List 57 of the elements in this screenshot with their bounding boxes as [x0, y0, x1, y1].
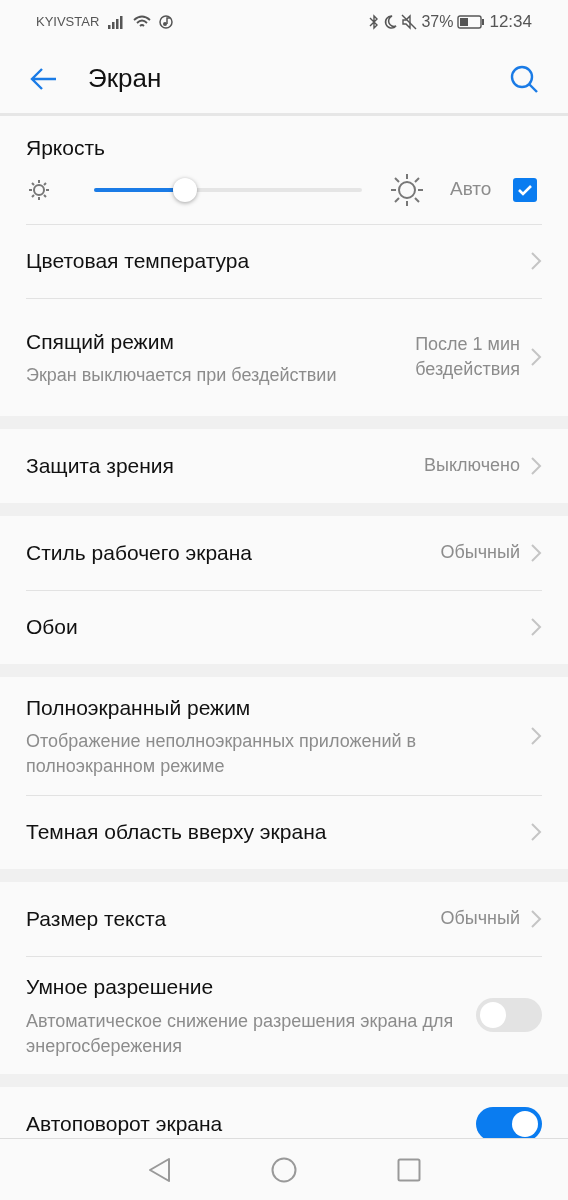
chevron-icon: [530, 822, 542, 842]
setting-value: После 1 мин бездействия: [414, 333, 520, 381]
setting-value: Обычный: [440, 541, 520, 564]
battery-icon: [457, 15, 486, 29]
settings-row[interactable]: Темная область вверху экрана: [26, 794, 542, 869]
toggle-switch[interactable]: [476, 1106, 542, 1138]
setting-description: Отображение неполноэкранных приложений в полноэкранном режиме: [26, 730, 418, 779]
auto-checkbox[interactable]: [513, 177, 538, 202]
setting-value: Обычный: [440, 907, 520, 930]
setting-title: Защита зрения: [26, 452, 175, 479]
moon-icon: [383, 14, 398, 30]
chevron-icon: [530, 725, 542, 746]
setting-description: Автоматическое снижение разрешения экрана для энергосбережения: [26, 1009, 455, 1058]
battery-percent: 37%: [421, 12, 454, 32]
music-note-icon: [159, 15, 174, 29]
search-icon: [509, 63, 539, 94]
setting-title: Автоповорот экрана: [26, 1110, 224, 1137]
settings-row[interactable]: Стиль рабочего экрана Обычный: [26, 515, 542, 590]
clock-time: 12:34: [489, 11, 532, 34]
recents-nav-icon[interactable]: [397, 1157, 421, 1182]
settings-row[interactable]: Полноэкранный режим Отображение неполноэкранных приложений в полноэкранном режиме: [26, 676, 542, 795]
checkmark-icon: [517, 183, 534, 196]
setting-title: Цветовая температура: [26, 248, 251, 275]
carrier-name: KYIVSTAR: [36, 13, 100, 32]
settings-row[interactable]: Обои: [26, 589, 542, 664]
setting-title: Умное разрешение: [26, 974, 215, 1001]
setting-title: Темная область вверху экрана: [26, 819, 328, 846]
chevron-icon: [530, 617, 542, 637]
toggle-switch[interactable]: [476, 998, 542, 1032]
settings-row[interactable]: Размер текста Обычный: [26, 881, 542, 956]
chevron-icon: [530, 455, 542, 476]
page-title: Экран: [88, 62, 163, 95]
settings-row[interactable]: Цветовая температура: [26, 223, 542, 298]
setting-value: Выключено: [424, 454, 520, 477]
sun-large-icon: [390, 172, 424, 207]
bluetooth-icon: [369, 14, 380, 30]
signal-icon: [107, 15, 126, 29]
chevron-icon: [530, 908, 542, 929]
chevron-icon: [530, 347, 542, 367]
setting-title: Полноэкранный режим: [26, 694, 252, 721]
wifi-icon: [133, 15, 152, 29]
brightness-label: Яркость: [26, 135, 106, 161]
setting-title: Стиль рабочего экрана: [26, 539, 254, 566]
chevron-icon: [530, 542, 542, 563]
back-nav-icon[interactable]: [147, 1156, 171, 1183]
chevron-icon: [530, 251, 542, 271]
settings-row[interactable]: Спящий режим Экран выключается при бездействии После 1 мин бездействия: [26, 297, 542, 416]
auto-label: Авто: [450, 177, 492, 202]
setting-title: Обои: [26, 614, 79, 641]
settings-row[interactable]: Умное разрешение Автоматическое снижение разрешения экрана для энергосбережения: [26, 955, 542, 1074]
home-nav-icon[interactable]: [271, 1156, 297, 1183]
setting-title: Размер текста: [26, 905, 168, 932]
settings-row[interactable]: Автоповорот экрана: [26, 1086, 542, 1138]
setting-description: Экран выключается при бездействии: [26, 364, 338, 388]
setting-title: Спящий режим: [26, 328, 175, 355]
mute-icon: [401, 14, 418, 30]
settings-row[interactable]: Защита зрения Выключено: [26, 428, 542, 503]
